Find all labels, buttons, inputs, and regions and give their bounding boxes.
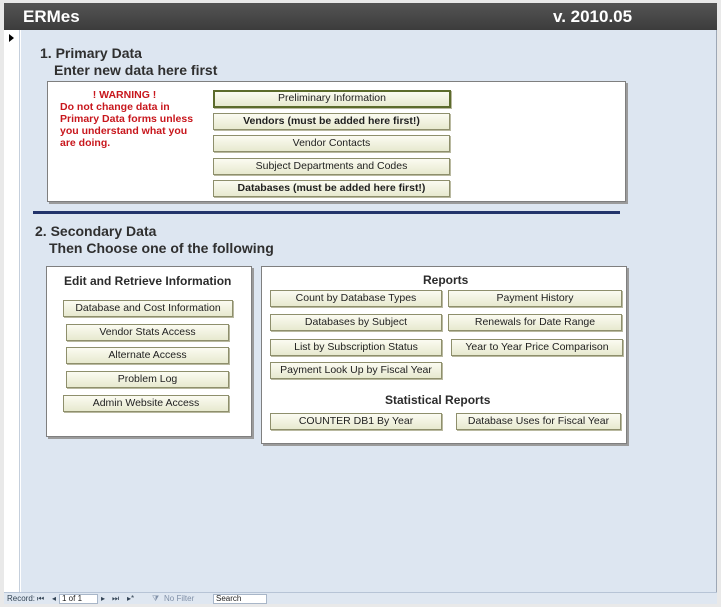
vendor-contacts-button[interactable]: Vendor Contacts xyxy=(213,135,450,152)
app-version: v. 2010.05 xyxy=(553,7,633,26)
warning-text: Do not change data in Primary Data forms… xyxy=(60,101,194,149)
primary-data-header: 1. Primary Data Enter new data here firs… xyxy=(40,45,217,79)
primary-data-heading: 1. Primary Data xyxy=(40,45,142,61)
funnel-icon[interactable]: ⧩ xyxy=(152,593,159,604)
primary-data-subheading: Enter new data here first xyxy=(54,62,218,78)
database-cost-button[interactable]: Database and Cost Information xyxy=(63,300,233,317)
title-bar: ERMes v. 2010.05 xyxy=(4,3,717,30)
last-record-icon[interactable]: ⏭ xyxy=(112,593,119,604)
count-by-database-types-button[interactable]: Count by Database Types xyxy=(270,290,442,307)
first-record-icon[interactable]: ⏮ xyxy=(37,593,44,604)
vendor-stats-button[interactable]: Vendor Stats Access xyxy=(66,324,229,341)
app-title: ERMes xyxy=(23,7,80,26)
counter-db1-button[interactable]: COUNTER DB1 By Year xyxy=(270,413,442,430)
record-navigation-bar: Record: ⏮ ◂ 1 of 1 ▸ ⏭ ▸* ⧩ No Filter Se… xyxy=(4,592,717,604)
vendors-button[interactable]: Vendors (must be added here first!) xyxy=(213,113,450,130)
alternate-access-button[interactable]: Alternate Access xyxy=(66,347,229,364)
section-divider xyxy=(33,211,620,214)
current-record-arrow-icon xyxy=(9,34,14,42)
record-selector[interactable] xyxy=(4,30,20,592)
no-filter-label[interactable]: No Filter xyxy=(164,593,194,604)
renewals-date-range-button[interactable]: Renewals for Date Range xyxy=(448,314,622,331)
preliminary-information-button[interactable]: Preliminary Information xyxy=(213,90,451,108)
warning-box: ! WARNING ! Do not change data in Primar… xyxy=(60,89,195,149)
year-to-year-price-button[interactable]: Year to Year Price Comparison xyxy=(451,339,623,356)
record-position-field[interactable]: 1 of 1 xyxy=(59,594,98,604)
payment-lookup-button[interactable]: Payment Look Up by Fiscal Year xyxy=(270,362,442,379)
reports-title: Reports xyxy=(423,273,469,287)
payment-history-button[interactable]: Payment History xyxy=(448,290,622,307)
list-by-subscription-status-button[interactable]: List by Subscription Status xyxy=(270,339,442,356)
secondary-data-heading: 2. Secondary Data xyxy=(35,223,157,239)
problem-log-button[interactable]: Problem Log xyxy=(66,371,229,388)
new-record-icon[interactable]: ▸* xyxy=(127,593,134,604)
databases-by-subject-button[interactable]: Databases by Subject xyxy=(270,314,442,331)
edit-retrieve-title: Edit and Retrieve Information xyxy=(64,274,232,288)
database-uses-button[interactable]: Database Uses for Fiscal Year xyxy=(456,413,621,430)
search-field[interactable]: Search xyxy=(213,594,267,604)
previous-record-icon[interactable]: ◂ xyxy=(52,593,56,604)
next-record-icon[interactable]: ▸ xyxy=(101,593,105,604)
warning-title: ! WARNING ! xyxy=(92,89,157,101)
secondary-data-subheading: Then Choose one of the following xyxy=(49,240,274,256)
secondary-data-header: 2. Secondary Data Then Choose one of the… xyxy=(35,223,274,257)
subject-departments-button[interactable]: Subject Departments and Codes xyxy=(213,158,450,175)
admin-website-button[interactable]: Admin Website Access xyxy=(63,395,229,412)
record-label: Record: xyxy=(7,594,36,603)
statistical-reports-title: Statistical Reports xyxy=(385,393,491,407)
databases-button[interactable]: Databases (must be added here first!) xyxy=(213,180,450,197)
